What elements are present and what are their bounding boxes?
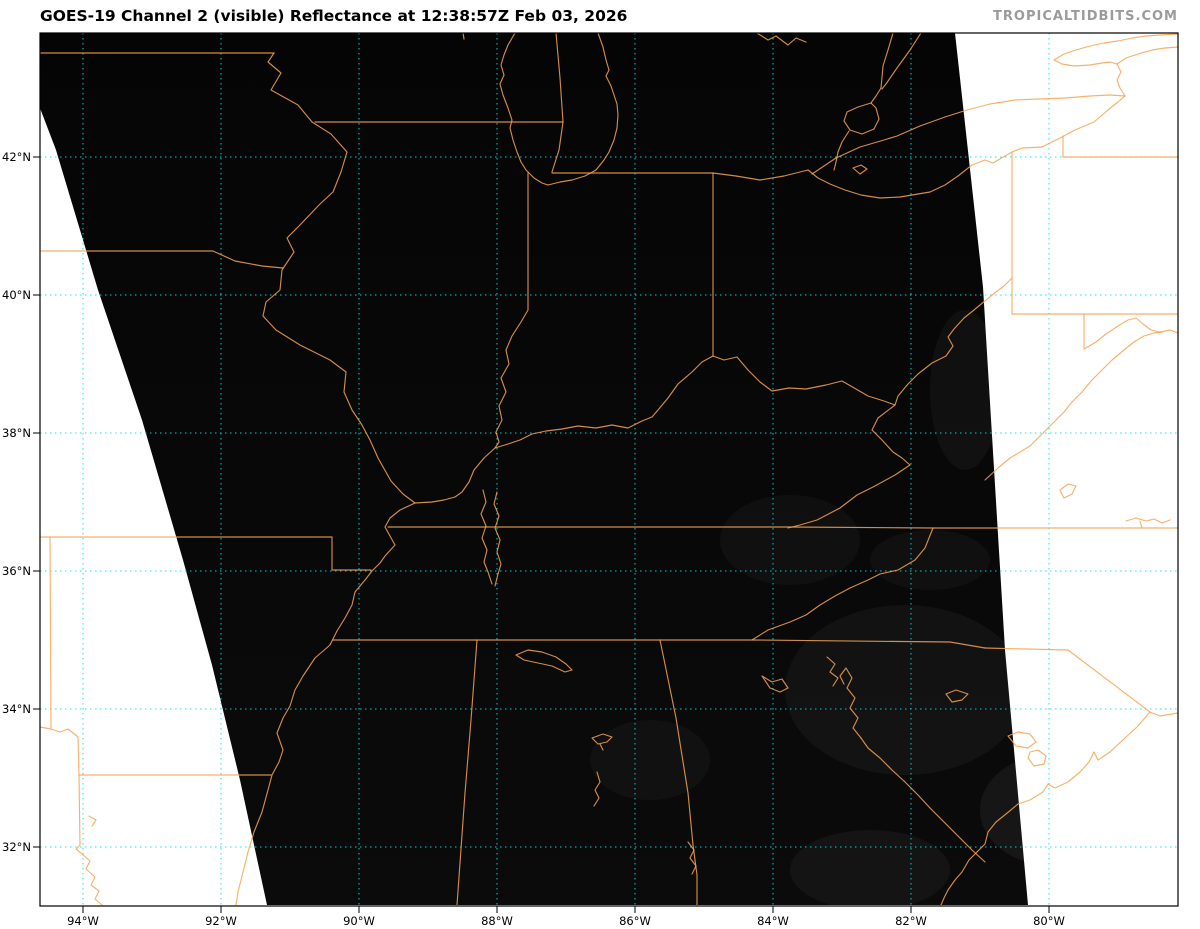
page-title: GOES-19 Channel 2 (visible) Reflectance … xyxy=(40,7,627,25)
map-canvas: GOES-19 Channel 2 (visible) Reflectance … xyxy=(0,0,1200,929)
longitude-axis: 94°W 92°W 90°W 88°W 86°W 84°W 82°W 80°W xyxy=(67,914,1065,928)
lat-tick-label: 32°N xyxy=(2,840,31,854)
lon-tick-label: 90°W xyxy=(343,914,375,928)
lon-tick-label: 80°W xyxy=(1033,914,1065,928)
border-tx-la xyxy=(76,775,102,905)
kerr-gaston-lakes xyxy=(1126,518,1170,528)
smith-mountain-lake xyxy=(1060,484,1076,498)
latitude-axis: 42°N 40°N 38°N 36°N 34°N 32°N xyxy=(2,150,31,854)
border-ny-pa xyxy=(1063,136,1178,157)
border-ar-ok-tx xyxy=(40,537,79,775)
watermark-logo: TROPICALTIDBITS.COM xyxy=(993,9,1178,24)
lon-tick-label: 86°W xyxy=(619,914,651,928)
satellite-swath xyxy=(40,33,1120,910)
lat-tick-label: 38°N xyxy=(2,426,31,440)
lon-tick-label: 88°W xyxy=(481,914,513,928)
lon-tick-label: 94°W xyxy=(67,914,99,928)
satellite-image-viewer: GOES-19 Channel 2 (visible) Reflectance … xyxy=(0,0,1200,929)
lake-ontario-north-shore xyxy=(1054,34,1178,66)
caddo-lake xyxy=(89,816,96,826)
lon-tick-label: 92°W xyxy=(205,914,237,928)
niagara-river xyxy=(1117,64,1125,96)
border-va-wv xyxy=(985,332,1162,480)
lat-tick-label: 42°N xyxy=(2,150,31,164)
lat-tick-label: 40°N xyxy=(2,288,31,302)
lake-ontario-south-shore xyxy=(1117,47,1178,64)
lat-tick-label: 36°N xyxy=(2,564,31,578)
lat-tick-label: 34°N xyxy=(2,702,31,716)
lon-tick-label: 84°W xyxy=(757,914,789,928)
lon-tick-label: 82°W xyxy=(895,914,927,928)
